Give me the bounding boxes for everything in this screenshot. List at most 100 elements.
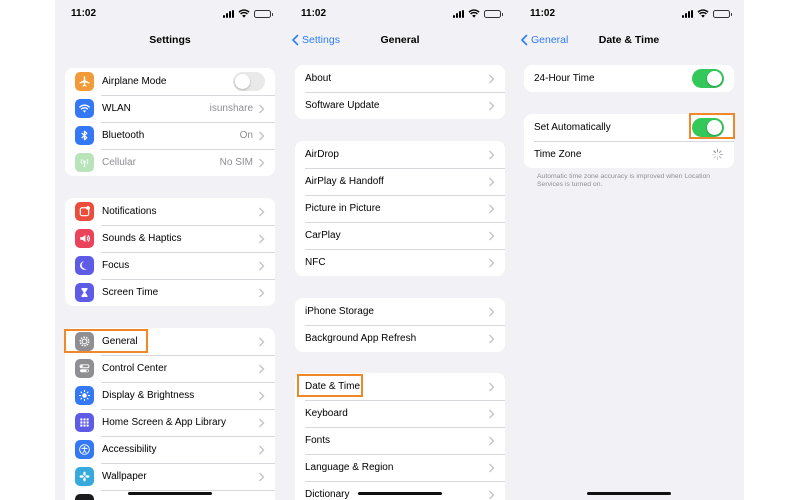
general-screen: 11:02 Settings General About Software Up… bbox=[285, 0, 515, 500]
row-carplay[interactable]: CarPlay bbox=[295, 222, 505, 249]
chevron-right-icon bbox=[489, 334, 495, 343]
time-zone-footnote: Automatic time zone accuracy is improved… bbox=[537, 173, 711, 189]
page-title: Settings bbox=[149, 34, 191, 46]
row-airplane-mode[interactable]: Airplane Mode bbox=[65, 68, 275, 95]
battery-icon bbox=[713, 9, 732, 18]
battery-icon bbox=[484, 9, 503, 18]
chevron-right-icon bbox=[259, 261, 265, 270]
chevron-right-icon bbox=[489, 490, 495, 499]
row-screen-time[interactable]: Screen Time bbox=[65, 279, 275, 306]
row-label: About bbox=[305, 73, 332, 84]
notifications-icon bbox=[75, 202, 94, 221]
row-label: Bluetooth bbox=[102, 130, 145, 141]
row-software-update[interactable]: Software Update bbox=[295, 92, 505, 119]
chevron-right-icon bbox=[489, 463, 495, 472]
row-wallpaper[interactable]: Wallpaper bbox=[65, 463, 275, 490]
row-label: Screen Time bbox=[102, 287, 159, 298]
signal-icon bbox=[453, 9, 464, 18]
chevron-right-icon bbox=[489, 204, 495, 213]
row-keyboard[interactable]: Keyboard bbox=[295, 400, 505, 427]
row-iphone-storage[interactable]: iPhone Storage bbox=[295, 298, 505, 325]
row-label: iPhone Storage bbox=[305, 306, 374, 317]
general-highlight-box bbox=[64, 329, 148, 353]
wallpaper-icon bbox=[75, 467, 94, 486]
chevron-right-icon bbox=[259, 288, 265, 297]
chevron-right-icon bbox=[489, 150, 495, 159]
chevron-right-icon bbox=[489, 436, 495, 445]
row-wlan[interactable]: WLAN isunshare bbox=[65, 95, 275, 122]
chevron-right-icon bbox=[489, 231, 495, 240]
row-label: Set Automatically bbox=[534, 122, 611, 133]
row-label: Control Center bbox=[102, 363, 168, 374]
row-language-region[interactable]: Language & Region bbox=[295, 454, 505, 481]
row-focus[interactable]: Focus bbox=[65, 252, 275, 279]
home-indicator bbox=[587, 492, 671, 495]
row-home-screen-app-library[interactable]: Home Screen & App Library bbox=[65, 409, 275, 436]
settings-group-connectivity: Airplane Mode WLAN isunshare Bluetooth O… bbox=[65, 68, 275, 176]
row-label: Wallpaper bbox=[102, 471, 147, 482]
set-automatically-highlight-box bbox=[689, 113, 735, 139]
cellular-icon bbox=[75, 153, 94, 172]
speaker-icon bbox=[75, 229, 94, 248]
wifi-status-icon bbox=[468, 9, 480, 18]
row-time-zone[interactable]: Time Zone bbox=[524, 141, 734, 168]
row-control-center[interactable]: Control Center bbox=[65, 355, 275, 382]
status-icons bbox=[223, 9, 273, 18]
moon-icon bbox=[75, 256, 94, 275]
airplane-icon bbox=[75, 72, 94, 91]
bluetooth-icon bbox=[75, 126, 94, 145]
row-label: Home Screen & App Library bbox=[102, 417, 226, 428]
chevron-right-icon bbox=[259, 104, 265, 113]
row-cellular[interactable]: Cellular No SIM bbox=[65, 149, 275, 176]
row-value: On bbox=[239, 130, 253, 141]
row-airdrop[interactable]: AirDrop bbox=[295, 141, 505, 168]
loading-spinner-icon bbox=[711, 148, 724, 161]
row-picture-in-picture[interactable]: Picture in Picture bbox=[295, 195, 505, 222]
brightness-icon bbox=[75, 386, 94, 405]
settings-screen: 11:02 Settings Airplane Mode WLAN isunsh… bbox=[55, 0, 285, 500]
row-label: Airplane Mode bbox=[102, 76, 167, 87]
row-display-brightness[interactable]: Display & Brightness bbox=[65, 382, 275, 409]
row-airplay-handoff[interactable]: AirPlay & Handoff bbox=[295, 168, 505, 195]
chevron-right-icon bbox=[259, 391, 265, 400]
date-time-group-24h: 24-Hour Time bbox=[524, 65, 734, 92]
row-background-app-refresh[interactable]: Background App Refresh bbox=[295, 325, 505, 352]
row-fonts[interactable]: Fonts bbox=[295, 427, 505, 454]
app-icon bbox=[75, 494, 94, 500]
home-indicator bbox=[358, 492, 442, 495]
airplane-mode-toggle[interactable] bbox=[233, 72, 265, 91]
control-center-icon bbox=[75, 359, 94, 378]
chevron-right-icon bbox=[259, 131, 265, 140]
general-group-about: About Software Update bbox=[295, 65, 505, 119]
row-accessibility[interactable]: Accessibility bbox=[65, 436, 275, 463]
chevron-right-icon bbox=[259, 207, 265, 216]
page-title: General bbox=[380, 34, 420, 46]
row-bluetooth[interactable]: Bluetooth On bbox=[65, 122, 275, 149]
row-nfc[interactable]: NFC bbox=[295, 249, 505, 276]
24-hour-time-toggle[interactable] bbox=[692, 69, 724, 88]
chevron-right-icon bbox=[259, 364, 265, 373]
row-notifications[interactable]: Notifications bbox=[65, 198, 275, 225]
date-time-highlight-box bbox=[297, 374, 363, 397]
page-title: Date & Time bbox=[598, 34, 660, 46]
date-time-screen: 11:02 General Date & Time 24-Hour Time S… bbox=[514, 0, 744, 500]
chevron-right-icon bbox=[259, 445, 265, 454]
chevron-right-icon bbox=[489, 307, 495, 316]
row-label: Fonts bbox=[305, 435, 331, 446]
row-value: isunshare bbox=[209, 103, 253, 114]
nav-bar: General Date & Time bbox=[514, 28, 744, 54]
row-about[interactable]: About bbox=[295, 65, 505, 92]
row-label: Time Zone bbox=[534, 149, 582, 160]
row-label: Software Update bbox=[305, 100, 380, 111]
settings-group-notifications: Notifications Sounds & Haptics Focus Scr… bbox=[65, 198, 275, 306]
row-value: No SIM bbox=[219, 157, 253, 168]
status-time: 11:02 bbox=[71, 8, 97, 19]
battery-icon bbox=[254, 9, 273, 18]
hourglass-icon bbox=[75, 283, 94, 302]
row-sounds-haptics[interactable]: Sounds & Haptics bbox=[65, 225, 275, 252]
row-label: Cellular bbox=[102, 157, 136, 168]
row-dictionary[interactable]: Dictionary bbox=[295, 481, 505, 500]
chevron-right-icon bbox=[489, 74, 495, 83]
row-label: Notifications bbox=[102, 206, 157, 217]
row-label: Accessibility bbox=[102, 444, 157, 455]
